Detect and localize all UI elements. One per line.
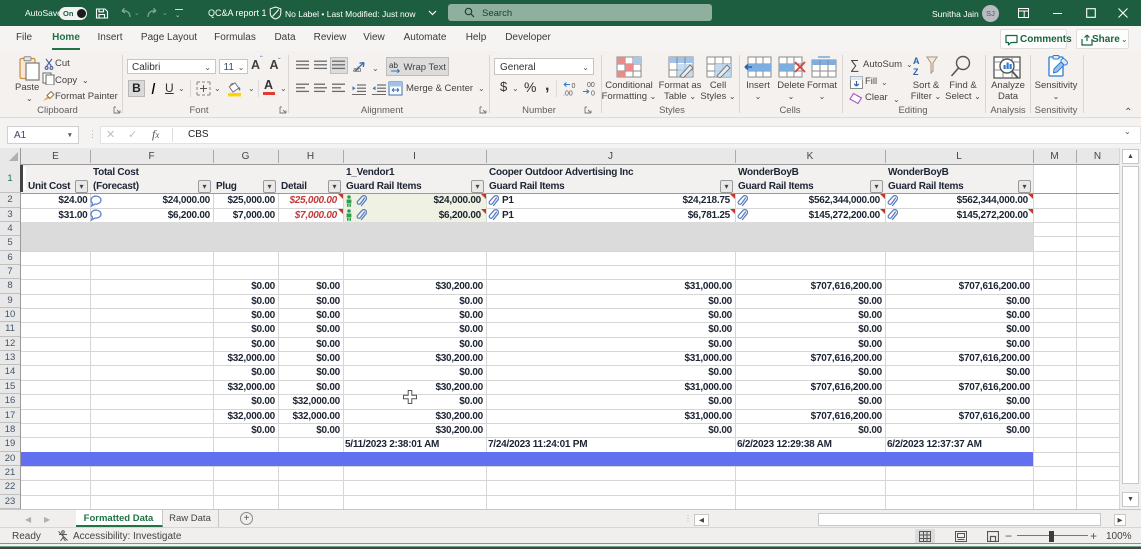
svg-text:00: 00 <box>587 82 595 89</box>
svg-text:A: A <box>913 56 920 66</box>
svg-text:Z: Z <box>913 67 919 77</box>
svg-text:.00: .00 <box>563 91 573 97</box>
svg-text:ab: ab <box>389 61 398 70</box>
svg-text:0: 0 <box>572 83 576 90</box>
svg-text:ab: ab <box>353 65 361 73</box>
svg-text:0: 0 <box>591 91 595 97</box>
